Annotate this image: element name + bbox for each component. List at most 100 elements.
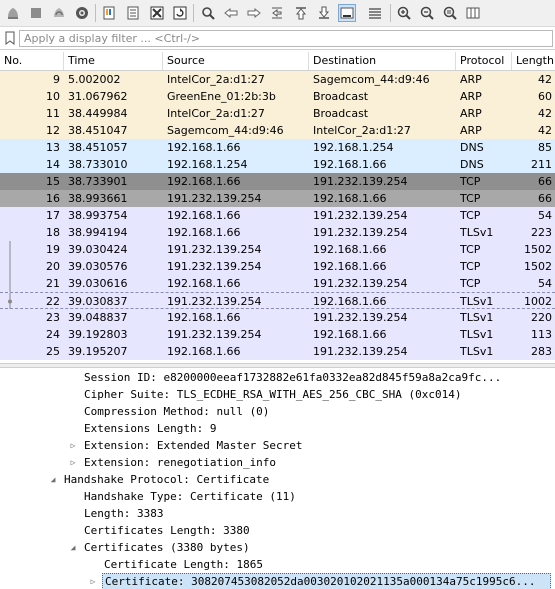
packet-row[interactable]: 14 38.733010 192.168.1.254 192.168.1.66 DNS 2… bbox=[0, 156, 555, 173]
packet-cell-src: 192.168.1.66 bbox=[167, 311, 241, 324]
details-tree-item[interactable]: ▷ Certificate: 308207453082052da003020102… bbox=[0, 573, 555, 589]
packet-cell-src: 192.168.1.66 bbox=[167, 277, 241, 290]
packet-cell-src: 191.232.139.254 bbox=[167, 260, 262, 273]
filter-bookmark-icon[interactable] bbox=[3, 31, 17, 45]
details-tree-item[interactable]: Session ID: e8200000eeaf1732882e61fa0332… bbox=[0, 369, 555, 386]
reload-file-icon[interactable] bbox=[171, 4, 189, 22]
restart-capture-icon[interactable] bbox=[50, 4, 68, 22]
details-tree-item[interactable]: Certificates Length: 3380 bbox=[0, 522, 555, 539]
tree-expand-icon[interactable]: ▷ bbox=[68, 454, 78, 471]
packet-row[interactable]: 19 39.030424 191.232.139.254 192.168.1.66 TC… bbox=[0, 241, 555, 258]
packet-cell-dst: Sagemcom_44:d9:46 bbox=[313, 73, 430, 86]
start-capture-icon[interactable] bbox=[4, 4, 22, 22]
go-first-packet-icon[interactable] bbox=[292, 4, 310, 22]
auto-scroll-icon[interactable] bbox=[338, 4, 356, 22]
packet-cell-len: 85 bbox=[538, 141, 552, 154]
packet-cell-src: 191.232.139.254 bbox=[167, 295, 262, 308]
packet-row[interactable]: 22 39.030837 191.232.139.254 192.168.1.66 TL… bbox=[0, 292, 555, 310]
packet-cell-time: 38.733901 bbox=[68, 175, 128, 188]
details-tree-item-text: Handshake Type: Certificate (11) bbox=[84, 490, 296, 503]
packet-row[interactable]: 13 38.451057 192.168.1.66 192.168.1.254 DNS 8… bbox=[0, 139, 555, 156]
packet-row[interactable]: 15 38.733901 192.168.1.66 191.232.139.254 TC… bbox=[0, 173, 555, 190]
details-tree-item[interactable]: Cipher Suite: TLS_ECDHE_RSA_WITH_AES_256… bbox=[0, 386, 555, 403]
packet-cell-dst: 192.168.1.66 bbox=[313, 260, 387, 273]
packet-row[interactable]: 12 38.451047 Sagemcom_44:d9:46 IntelCor_2a:… bbox=[0, 122, 555, 139]
packet-row[interactable]: 20 39.030576 191.232.139.254 192.168.1.66 TC… bbox=[0, 258, 555, 275]
zoom-in-icon[interactable] bbox=[395, 4, 413, 22]
details-tree-item-text: Certificate: 308207453082052da0030201020… bbox=[102, 573, 551, 589]
packet-cell-time: 38.451047 bbox=[68, 124, 128, 137]
close-file-icon[interactable] bbox=[148, 4, 166, 22]
go-forward-icon[interactable] bbox=[245, 4, 263, 22]
packet-row[interactable]: 11 38.449984 IntelCor_2a:d1:27 Broadcast ARP… bbox=[0, 105, 555, 122]
details-tree-item[interactable]: Certificate Length: 1865 bbox=[0, 556, 555, 573]
details-tree-item-text: Extension: Extended Master Secret bbox=[84, 439, 303, 452]
tree-expand-icon[interactable]: ▷ bbox=[68, 437, 78, 454]
packet-cell-time: 38.993661 bbox=[68, 192, 128, 205]
column-header-no[interactable]: No. bbox=[0, 52, 64, 70]
details-tree-item[interactable]: Handshake Type: Certificate (11) bbox=[0, 488, 555, 505]
tree-collapse-icon[interactable]: ◢ bbox=[48, 471, 58, 488]
packet-cell-proto: TLSv1 bbox=[460, 295, 494, 308]
packet-cell-len: 54 bbox=[538, 277, 552, 290]
packet-cell-proto: TLSv1 bbox=[460, 328, 494, 341]
details-tree-item[interactable]: Compression Method: null (0) bbox=[0, 403, 555, 420]
packet-row[interactable]: 10 31.067962 GreenEne_01:2b:3b Broadcast ARP… bbox=[0, 88, 555, 105]
column-header-destination[interactable]: Destination bbox=[309, 52, 456, 70]
packet-cell-no: 15 bbox=[46, 175, 60, 188]
colorize-icon[interactable] bbox=[366, 4, 384, 22]
details-tree-item[interactable]: ◢ Handshake Protocol: Certificate bbox=[0, 471, 555, 488]
save-file-icon[interactable] bbox=[124, 4, 142, 22]
go-back-icon[interactable] bbox=[222, 4, 240, 22]
packet-cell-time: 39.192803 bbox=[68, 328, 128, 341]
tree-collapse-icon[interactable]: ◢ bbox=[68, 539, 78, 556]
details-tree-item[interactable]: Extensions Length: 9 bbox=[0, 420, 555, 437]
packet-cell-no: 13 bbox=[46, 141, 60, 154]
packet-row[interactable]: 25 39.195207 192.168.1.66 191.232.139.254 TL… bbox=[0, 343, 555, 360]
details-tree-item[interactable]: ▷ Extension: renegotiation_info bbox=[0, 454, 555, 471]
packet-cell-dst: 192.168.1.66 bbox=[313, 192, 387, 205]
open-file-icon[interactable] bbox=[100, 4, 118, 22]
go-last-packet-icon[interactable] bbox=[315, 4, 333, 22]
go-to-packet-icon[interactable] bbox=[268, 4, 286, 22]
tree-expand-icon[interactable]: ▷ bbox=[88, 573, 98, 589]
packet-cell-len: 223 bbox=[531, 226, 552, 239]
column-header-protocol[interactable]: Protocol bbox=[456, 52, 512, 70]
packet-cell-dst: 192.168.1.66 bbox=[313, 295, 387, 308]
packet-cell-dst: 191.232.139.254 bbox=[313, 311, 408, 324]
packet-cell-len: 220 bbox=[531, 311, 552, 324]
packet-row[interactable]: 17 38.993754 192.168.1.66 191.232.139.254 TC… bbox=[0, 207, 555, 224]
normal-size-icon[interactable] bbox=[441, 4, 459, 22]
packet-row[interactable]: 21 39.030616 192.168.1.66 191.232.139.254 TC… bbox=[0, 275, 555, 292]
packet-row[interactable]: 18 38.994194 192.168.1.66 191.232.139.254 TL… bbox=[0, 224, 555, 241]
packet-cell-dst: IntelCor_2a:d1:27 bbox=[313, 124, 411, 137]
find-packet-icon[interactable] bbox=[199, 4, 217, 22]
main-toolbar bbox=[0, 0, 555, 27]
packet-row[interactable]: 16 38.993661 191.232.139.254 192.168.1.66 TC… bbox=[0, 190, 555, 207]
column-header-time[interactable]: Time bbox=[64, 52, 163, 70]
details-tree-item-text: Cipher Suite: TLS_ECDHE_RSA_WITH_AES_256… bbox=[84, 388, 462, 401]
packet-cell-src: Sagemcom_44:d9:46 bbox=[167, 124, 284, 137]
packet-cell-proto: TLSv1 bbox=[460, 311, 494, 324]
details-tree-item[interactable]: ◢ Certificates (3380 bytes) bbox=[0, 539, 555, 556]
packet-row[interactable]: 23 39.048837 192.168.1.66 191.232.139.254 TL… bbox=[0, 309, 555, 326]
packet-cell-no: 12 bbox=[46, 124, 60, 137]
capture-options-icon[interactable] bbox=[73, 4, 91, 22]
column-header-length[interactable]: Length bbox=[512, 52, 555, 70]
details-tree-item[interactable]: ▷ Extension: Extended Master Secret bbox=[0, 437, 555, 454]
zoom-out-icon[interactable] bbox=[418, 4, 436, 22]
packet-cell-proto: TLSv1 bbox=[460, 345, 494, 358]
column-header-source[interactable]: Source bbox=[163, 52, 309, 70]
stop-capture-icon[interactable] bbox=[27, 4, 45, 22]
packet-row[interactable]: 24 39.192803 191.232.139.254 192.168.1.66 TL… bbox=[0, 326, 555, 343]
packet-cell-proto: TLSv1 bbox=[460, 226, 494, 239]
packet-cell-proto: ARP bbox=[460, 90, 482, 103]
packet-cell-no: 17 bbox=[46, 209, 60, 222]
resize-columns-icon[interactable] bbox=[464, 4, 482, 22]
display-filter-input[interactable] bbox=[19, 30, 553, 47]
packet-cell-len: 1502 bbox=[524, 260, 552, 273]
details-tree-item[interactable]: Length: 3383 bbox=[0, 505, 555, 522]
packet-cell-time: 39.048837 bbox=[68, 311, 128, 324]
packet-cell-proto: TCP bbox=[460, 175, 481, 188]
packet-row[interactable]: 9 5.002002 IntelCor_2a:d1:27 Sagemcom_44:d9… bbox=[0, 71, 555, 88]
